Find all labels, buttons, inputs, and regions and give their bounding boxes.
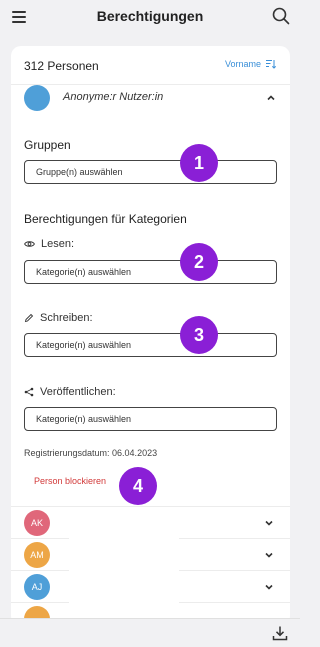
categories-title: Berechtigungen für Kategorien (24, 212, 187, 226)
block-person-button[interactable]: Person blockieren (34, 476, 106, 486)
download-icon[interactable] (272, 625, 288, 641)
avatar: AJ (24, 574, 50, 600)
write-placeholder: Kategorie(n) auswählen (36, 340, 132, 350)
chevron-down-icon[interactable] (264, 582, 274, 592)
page-title: Berechtigungen (96, 8, 204, 24)
write-label-row: Schreiben: (24, 312, 93, 324)
share-icon (24, 387, 34, 397)
person-row-expanded[interactable]: Anonyme:r Nutzer:in (11, 84, 290, 114)
publish-label: Veröffentlichen: (40, 386, 116, 398)
publish-categories-select[interactable]: Kategorie(n) auswählen (24, 407, 277, 431)
read-label: Lesen: (41, 238, 75, 250)
app-header: Berechtigungen (0, 0, 300, 34)
groups-select[interactable]: Gruppe(n) auswählen (24, 160, 277, 184)
person-name: Anonyme:r Nutzer:in (63, 91, 164, 103)
read-label-row: Lesen: (24, 238, 74, 250)
annotation-badge-2: 2 (180, 243, 218, 281)
divider (11, 506, 290, 507)
pencil-icon (24, 313, 34, 323)
list-header: 312 Personen Vorname (11, 46, 290, 84)
sort-descending-icon (266, 60, 276, 69)
annotation-badge-3: 3 (180, 316, 218, 354)
avatar: AK (24, 510, 50, 536)
eye-icon (24, 241, 35, 247)
persons-card: 312 Personen Vorname Anonyme:r Nutzer:in… (11, 46, 290, 626)
footer-bar (0, 618, 300, 647)
read-categories-select[interactable]: Kategorie(n) auswählen (24, 260, 277, 284)
sort-label: Vorname (224, 59, 261, 69)
annotation-badge-1: 1 (180, 144, 218, 182)
chevron-down-icon[interactable] (264, 518, 274, 528)
chevron-up-icon[interactable] (266, 93, 276, 103)
person-count: 312 Personen (24, 59, 99, 73)
publish-placeholder: Kategorie(n) auswählen (36, 414, 132, 424)
chevron-down-icon[interactable] (264, 550, 274, 560)
avatar: AM (24, 542, 50, 568)
annotation-badge-4: 4 (119, 467, 157, 505)
groups-title: Gruppen (24, 138, 71, 152)
write-label: Schreiben: (40, 312, 93, 324)
redaction-overlay (69, 522, 179, 626)
search-icon[interactable] (272, 7, 290, 25)
avatar (24, 85, 50, 111)
read-placeholder: Kategorie(n) auswählen (36, 267, 132, 277)
publish-label-row: Veröffentlichen: (24, 386, 116, 398)
groups-placeholder: Gruppe(n) auswählen (36, 167, 123, 177)
write-categories-select[interactable]: Kategorie(n) auswählen (24, 333, 277, 357)
registration-date: Registrierungsdatum: 06.04.2023 (24, 448, 158, 458)
sort-button[interactable]: Vorname (225, 59, 276, 69)
